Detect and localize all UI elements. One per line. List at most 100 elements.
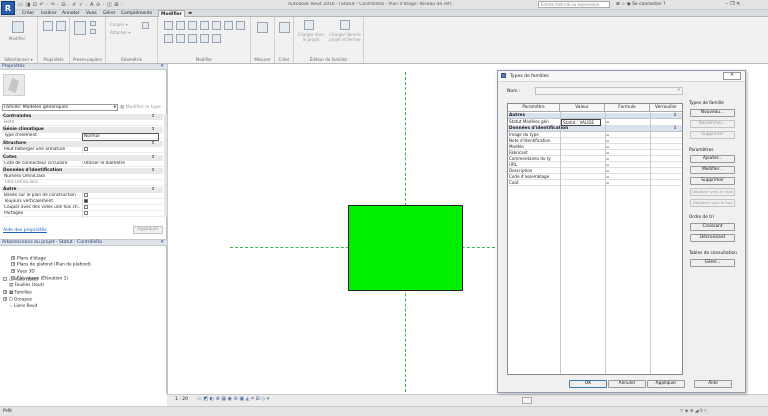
close-icon[interactable]: ✕ bbox=[736, 1, 740, 7]
tree-item-plans-plafond[interactable]: + Plans de plafond (Plan de plafond) bbox=[11, 262, 91, 268]
apply-properties-button[interactable]: Appliquer bbox=[133, 226, 163, 234]
measure-icon[interactable] bbox=[257, 22, 268, 33]
prop-row-type-element[interactable]: Type d'élément Normal bbox=[2, 133, 163, 141]
close-icon[interactable]: ✕ bbox=[723, 72, 741, 80]
offset-icon[interactable] bbox=[176, 21, 185, 30]
connect-link[interactable]: Se connecter bbox=[632, 2, 662, 7]
work-plane-checkbox[interactable] bbox=[84, 193, 88, 197]
align-icon[interactable] bbox=[164, 21, 173, 30]
always-vertical-checkbox[interactable] bbox=[84, 199, 88, 203]
status-value-field[interactable]: Statut : VALIDE bbox=[561, 119, 601, 126]
account-area[interactable]: ⊞ ☆ ◉ Se connecter ? bbox=[616, 2, 666, 7]
cope-button[interactable]: Couper ▾ bbox=[110, 22, 128, 27]
load-and-close-icon[interactable] bbox=[340, 20, 350, 30]
horizontal-scroll[interactable] bbox=[522, 397, 532, 404]
modify-parameter-button[interactable]: Modifier... bbox=[690, 166, 735, 174]
name-dropdown[interactable]: ▾ bbox=[535, 87, 683, 95]
tab-annoter[interactable]: Annoter bbox=[62, 10, 80, 17]
help-icon[interactable]: ? bbox=[663, 2, 665, 7]
pin-icon[interactable] bbox=[200, 34, 209, 43]
apply-button[interactable]: Appliquer bbox=[647, 380, 685, 388]
tree-item-liens-revit[interactable]: ∞ Liens Revit bbox=[3, 304, 37, 310]
copy-element-icon[interactable] bbox=[212, 21, 221, 30]
application-menu-button[interactable]: R bbox=[1, 1, 15, 15]
load-and-close-button[interactable]: Charger dans le projet et fermer bbox=[328, 32, 362, 42]
tab-creer[interactable]: Créer bbox=[22, 10, 34, 17]
minimize-icon[interactable]: – bbox=[726, 1, 729, 7]
join-button[interactable]: Attacher ▾ bbox=[110, 30, 130, 35]
dialog-title-bar[interactable]: Types de familles ✕ bbox=[498, 71, 745, 82]
mirror-icon[interactable] bbox=[188, 21, 197, 30]
col-header-verrouiller[interactable]: Verrouiller bbox=[650, 104, 682, 112]
grid-row[interactable]: Coût = bbox=[508, 180, 682, 186]
properties-icon[interactable] bbox=[43, 21, 53, 31]
rename-type-button[interactable]: Renommer... bbox=[690, 120, 735, 128]
chevron-down-icon[interactable]: ▾ bbox=[114, 105, 116, 110]
rotate-icon[interactable] bbox=[224, 21, 233, 30]
cancel-button[interactable]: Annuler bbox=[608, 380, 646, 388]
window-controls[interactable]: – ❐ ✕ bbox=[726, 1, 740, 7]
tab-complements[interactable]: Compléments bbox=[121, 10, 152, 17]
col-header-formule[interactable]: Formule bbox=[605, 104, 650, 112]
tab-vues[interactable]: Vues bbox=[86, 10, 97, 17]
type-selector[interactable]: Famille: Modèles génériques ▾ bbox=[2, 104, 118, 111]
tab-modifier[interactable]: Modifier bbox=[158, 10, 185, 17]
tab-inserer[interactable]: Insérer bbox=[41, 10, 57, 17]
rebar-host-checkbox[interactable] bbox=[84, 147, 88, 151]
delete-icon[interactable] bbox=[212, 34, 221, 43]
properties-help-link[interactable]: Aide des propriétés bbox=[3, 228, 47, 233]
new-type-button[interactable]: Nouveau... bbox=[690, 109, 735, 117]
view-controls-icons[interactable]: ▭ ◩ ◐ ⊗ ▦ ◉ ⊕ ▣ ◭ ⌗ ⊞ ◇ ▾ bbox=[197, 396, 269, 402]
delete-type-button[interactable]: Supprimer bbox=[690, 131, 735, 139]
move-up-button[interactable]: Déplacer vers le haut bbox=[690, 188, 735, 196]
close-icon[interactable]: ✕ bbox=[160, 240, 164, 246]
tree-item-feuilles[interactable]: ▤ Feuilles (tout) bbox=[3, 283, 44, 289]
create-similar-icon[interactable] bbox=[279, 22, 290, 33]
cut-icon[interactable] bbox=[90, 21, 96, 26]
ribbon-group-label[interactable]: Sélectionner ▾ bbox=[0, 57, 37, 62]
col-header-parametre[interactable]: Paramètre bbox=[508, 104, 560, 112]
help-button[interactable]: Aide bbox=[694, 380, 732, 388]
scale-icon[interactable] bbox=[188, 34, 197, 43]
tree-item-elevations[interactable]: + Élévations (Élévation 1) bbox=[11, 276, 68, 282]
ribbon-minimize-toggle[interactable]: ◂▸ bbox=[188, 10, 193, 17]
load-into-project-icon[interactable] bbox=[304, 20, 314, 30]
star-icon[interactable]: ☆ bbox=[621, 2, 625, 7]
restore-icon[interactable]: ❐ bbox=[730, 1, 734, 7]
tab-gerer[interactable]: Gérer bbox=[103, 10, 116, 17]
delete-parameter-button[interactable]: Supprimer bbox=[690, 177, 735, 185]
search-input[interactable]: Entrez mot-clé ou expression bbox=[538, 1, 610, 8]
tree-item-groupes[interactable]: + ⊡ Groupes bbox=[3, 297, 32, 303]
binoculars-icon[interactable]: ⊞ bbox=[616, 2, 620, 7]
quick-access-toolbar[interactable]: ▭ ◨ ⊡ ↶ · ↷ · ⊟ · ✐ ✓ · A ⊙ · ◫ ⊞ · bbox=[18, 2, 123, 8]
cut-with-voids-checkbox[interactable] bbox=[84, 205, 88, 209]
trim-icon[interactable] bbox=[236, 21, 245, 30]
grid-row[interactable]: Statut Modèles gén Statut : VALIDE = bbox=[508, 119, 682, 126]
load-into-project-button[interactable]: Charger dans le projet bbox=[296, 32, 326, 42]
status-icons[interactable]: ▽ ◈ ⊕ ◢ 0 ▿ bbox=[680, 409, 706, 414]
sort-descending-button[interactable]: Décroissant bbox=[690, 234, 735, 242]
shared-checkbox[interactable] bbox=[84, 211, 88, 215]
split-face-icon[interactable] bbox=[142, 22, 149, 29]
ok-button[interactable]: OK bbox=[569, 380, 607, 388]
col-header-valeur[interactable]: Valeur bbox=[560, 104, 605, 112]
view-scale[interactable]: 1 : 20 bbox=[175, 397, 188, 402]
user-icon[interactable]: ◉ bbox=[627, 2, 631, 7]
prop-row-connecteur[interactable]: Cote de connecteur circulaire Utiliser le… bbox=[2, 161, 163, 167]
array-icon[interactable] bbox=[176, 34, 185, 43]
tree-item-familles[interactable]: + ▦ Familles bbox=[3, 290, 32, 296]
tree-item-vues-3d[interactable]: + Vues 3D bbox=[11, 269, 35, 275]
manage-lookup-button[interactable]: Gérer... bbox=[690, 259, 735, 267]
edit-type-button[interactable]: ▦ Modifier le type bbox=[120, 104, 161, 111]
add-parameter-button[interactable]: Ajouter... bbox=[690, 155, 735, 163]
split-icon[interactable] bbox=[164, 34, 173, 43]
modify-arrow-icon[interactable] bbox=[12, 21, 24, 33]
copy-icon[interactable] bbox=[90, 29, 96, 34]
generic-model-element[interactable] bbox=[348, 205, 463, 291]
sort-ascending-button[interactable]: Croissant bbox=[690, 223, 735, 231]
modify-button[interactable]: Modifier bbox=[9, 36, 25, 41]
move-icon[interactable] bbox=[200, 21, 209, 30]
move-down-button[interactable]: Déplacer vers le bas bbox=[690, 199, 735, 207]
type-properties-icon[interactable] bbox=[56, 21, 66, 31]
close-icon[interactable]: ✕ bbox=[160, 64, 164, 70]
